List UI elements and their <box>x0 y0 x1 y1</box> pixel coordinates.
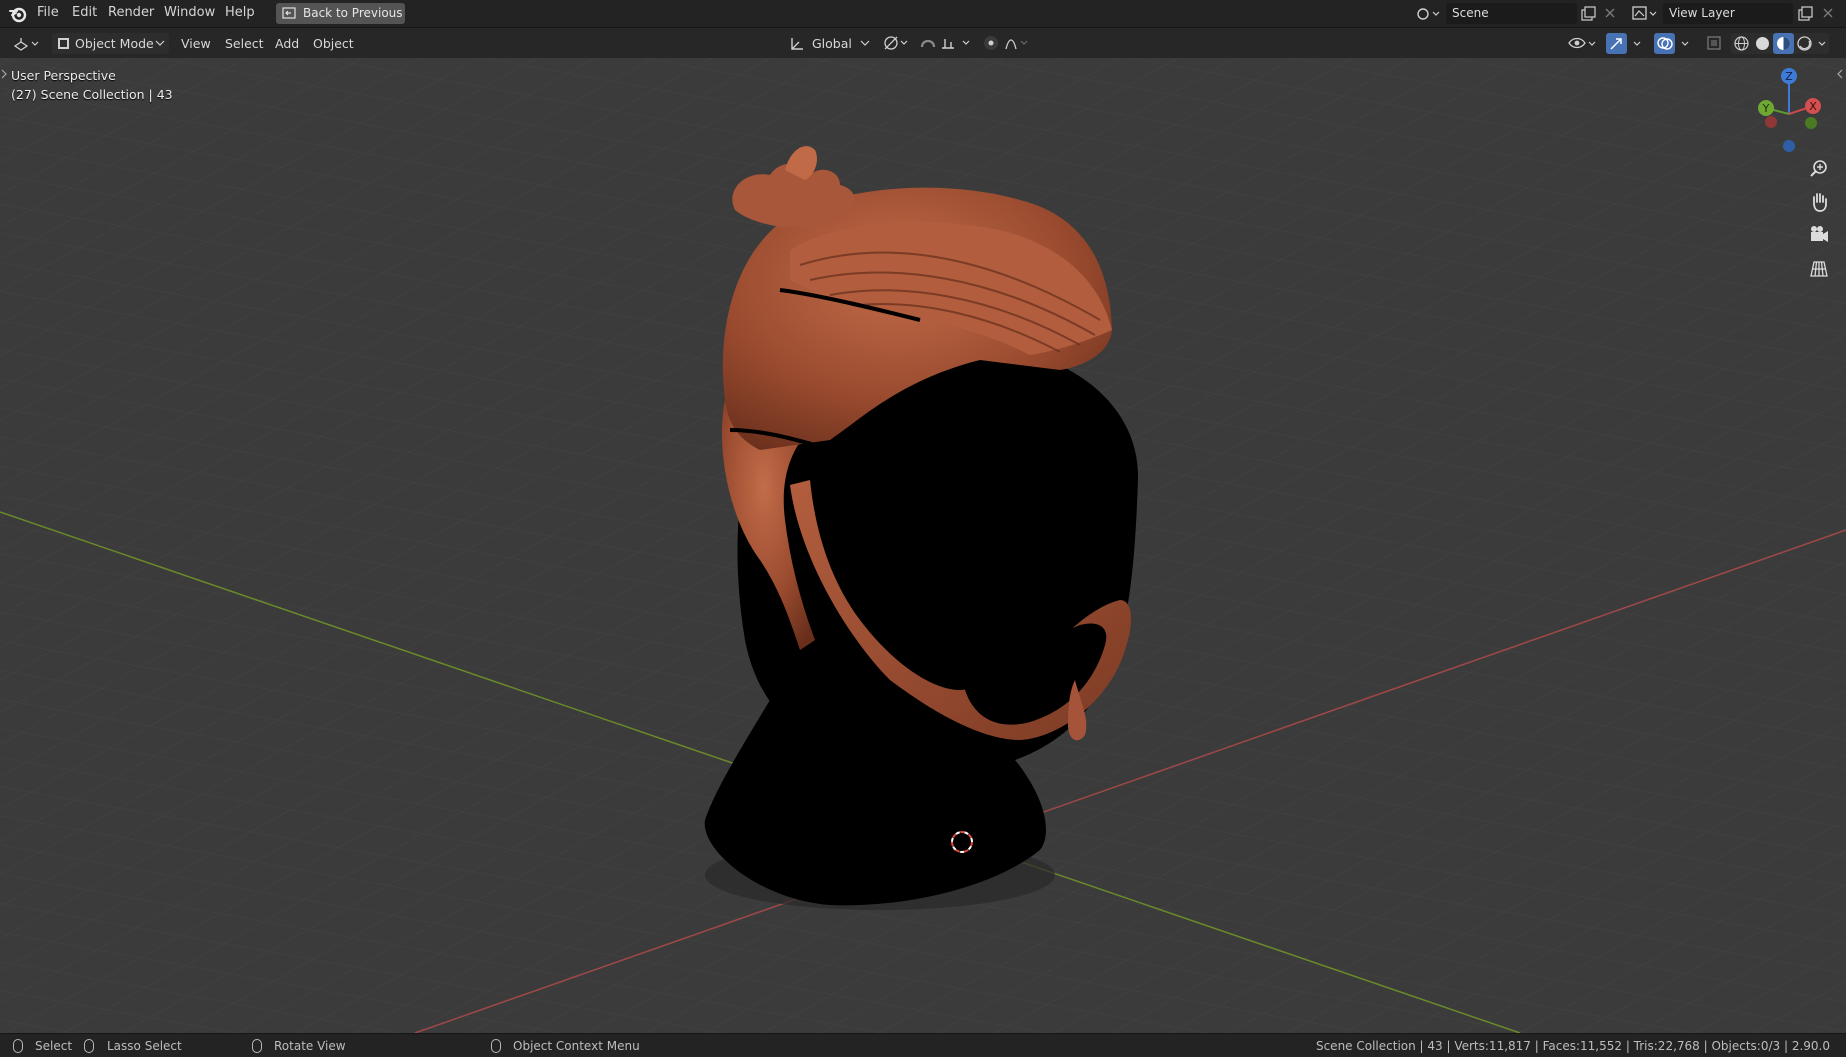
object-menu-label: Object <box>313 36 354 51</box>
camera-view-button[interactable] <box>1806 222 1832 248</box>
status-bar: Select Lasso Select Rotate View Object C… <box>0 1033 1846 1057</box>
collection-label: (27) Scene Collection | 43 <box>11 87 173 102</box>
middle-mouse-icon <box>252 1039 262 1053</box>
drag-mouse-icon <box>84 1039 94 1053</box>
gizmo-y-label: Y <box>1762 102 1770 115</box>
select-menu-label: Select <box>225 36 264 51</box>
zoom-icon <box>1810 160 1827 177</box>
view-layer-browse-button[interactable] <box>1628 3 1660 24</box>
perspective-label: User Perspective <box>11 68 116 83</box>
object-mode-icon <box>58 38 69 49</box>
perspective-toggle-button[interactable] <box>1806 256 1832 282</box>
gizmo-z-label: Z <box>1785 70 1793 83</box>
editor-type-button[interactable] <box>9 33 43 54</box>
gizmo-neg-z[interactable] <box>1783 140 1795 152</box>
scene-browse-button[interactable] <box>1411 3 1443 24</box>
transform-orientation-dropdown[interactable]: Global <box>788 33 871 54</box>
snap-increment-icon <box>942 39 954 49</box>
navigation-gizmo[interactable]: Z Y X <box>1745 66 1837 156</box>
3d-scene[interactable] <box>0 58 1846 1033</box>
hand-icon <box>1813 193 1827 212</box>
status-lasso-select: Lasso Select <box>107 1039 182 1053</box>
object-visibility-dropdown[interactable] <box>1566 33 1598 54</box>
object-mode-label: Object Mode <box>75 36 154 51</box>
back-arrow-icon <box>282 7 296 19</box>
left-mouse-icon <box>13 1039 23 1053</box>
proportional-edit-icon <box>988 40 994 46</box>
view-layer-icon <box>1632 6 1657 20</box>
back-to-previous-label: Back to Previous <box>303 6 403 20</box>
scene-statistics: Scene Collection | 43 | Verts:11,817 | F… <box>1315 1039 1830 1053</box>
new-view-layer-icon[interactable] <box>1796 5 1814 23</box>
view-layer-name: View Layer <box>1669 6 1735 20</box>
chevron-down-icon <box>860 40 870 46</box>
orientation-label: Global <box>812 36 852 51</box>
snapping-controls[interactable] <box>918 33 976 54</box>
shading-mode-group <box>1731 33 1829 54</box>
gizmo-x-label: X <box>1809 100 1817 113</box>
status-rotate-view: Rotate View <box>274 1039 346 1053</box>
status-select: Select <box>35 1039 73 1053</box>
orientation-icon <box>791 38 803 50</box>
close-view-layer-icon[interactable] <box>1820 5 1836 21</box>
menu-edit[interactable]: Edit <box>72 5 97 20</box>
scene-name: Scene <box>1452 6 1489 20</box>
blender-logo-icon[interactable] <box>8 4 28 24</box>
material-preview-shading-icon[interactable] <box>1773 33 1794 54</box>
zoom-tool-button[interactable] <box>1806 156 1832 182</box>
scene-icon <box>1417 8 1440 20</box>
view-layer-field[interactable]: View Layer <box>1663 3 1793 24</box>
menu-help[interactable]: Help <box>225 5 255 20</box>
object-mode-dropdown[interactable]: Object Mode <box>52 33 169 54</box>
rendered-shading-icon[interactable] <box>1794 33 1815 54</box>
status-context-menu: Object Context Menu <box>513 1039 640 1053</box>
shading-options-chevron-icon[interactable] <box>1816 33 1829 54</box>
falloff-curve-icon <box>1005 39 1017 50</box>
gizmo-neg-x[interactable] <box>1765 116 1777 128</box>
add-menu-label: Add <box>275 36 300 51</box>
back-to-previous-button[interactable]: Back to Previous <box>276 3 405 24</box>
sidebar-expand-icon[interactable] <box>1836 67 1844 81</box>
magnet-icon <box>920 39 936 48</box>
camera-icon <box>1811 226 1828 242</box>
pan-tool-button[interactable] <box>1806 189 1832 215</box>
xray-toggle-icon[interactable] <box>1704 33 1725 54</box>
solid-shading-icon[interactable] <box>1752 33 1773 54</box>
grid-perspective-icon <box>1810 261 1828 277</box>
menu-render[interactable]: Render <box>108 5 154 20</box>
gizmo-neg-y[interactable] <box>1805 117 1817 129</box>
right-mouse-icon <box>491 1039 501 1053</box>
close-scene-icon[interactable] <box>1602 5 1618 21</box>
overlays-toggle[interactable] <box>1654 33 1696 54</box>
proportional-editing-controls[interactable] <box>982 33 1032 54</box>
new-scene-icon[interactable] <box>1579 5 1597 23</box>
wireframe-shading-icon[interactable] <box>1731 33 1752 54</box>
scene-name-field[interactable]: Scene <box>1446 3 1577 24</box>
chevron-down-icon <box>155 40 165 46</box>
gizmo-toggle[interactable] <box>1606 33 1648 54</box>
menu-window[interactable]: Window <box>164 5 215 20</box>
viewport-header: Object Mode View Select Add Object Globa… <box>0 28 1846 58</box>
toolbar-expand-icon[interactable] <box>0 67 8 81</box>
top-menu-bar: File Edit Render Window Help Back to Pre… <box>0 0 1846 28</box>
view-menu-label: View <box>181 36 211 51</box>
menu-file[interactable]: File <box>37 5 59 20</box>
editor-type-icon <box>13 38 39 51</box>
pivot-point-icon[interactable] <box>881 33 911 54</box>
3d-viewport[interactable]: User Perspective (27) Scene Collection |… <box>0 58 1846 1033</box>
